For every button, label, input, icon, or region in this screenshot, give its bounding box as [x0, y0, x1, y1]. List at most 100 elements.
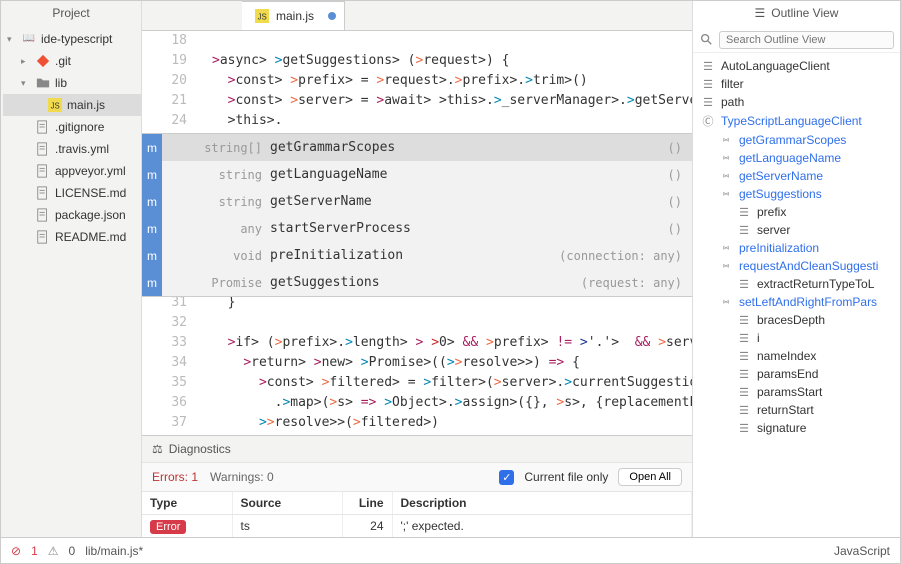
outline-item-label: server [757, 223, 790, 237]
tree-item-label: .gitignore [55, 118, 104, 136]
outline-item[interactable]: ⑅getServerName [693, 167, 900, 185]
fn-symbol-icon: ⑅ [719, 152, 733, 164]
tree-item[interactable]: LICENSE.md [3, 182, 141, 204]
outline-item-label: getLanguageName [739, 151, 841, 165]
completion-signature: () [668, 138, 682, 158]
error-badge: Error [150, 520, 186, 534]
var-symbol-icon: ☰ [701, 96, 715, 109]
warning-status-icon[interactable]: ⚠ [48, 544, 59, 558]
completion-item[interactable]: mvoidpreInitialization(connection: any) [142, 242, 692, 269]
method-marker-icon: m [142, 188, 162, 215]
status-errors[interactable]: 1 [31, 544, 38, 558]
outline-item[interactable]: ⑅getGrammarScopes [693, 131, 900, 149]
outline-item-label: TypeScriptLanguageClient [721, 114, 862, 128]
var-symbol-icon: ☰ [737, 404, 751, 417]
status-warnings[interactable]: 0 [69, 544, 76, 558]
svg-text:JS: JS [258, 13, 267, 22]
completion-item[interactable]: mstringgetLanguageName() [142, 161, 692, 188]
outline-item-label: path [721, 95, 744, 109]
var-symbol-icon: ☰ [701, 60, 715, 73]
tree-item-label: .git [55, 52, 71, 70]
method-marker-icon: m [142, 134, 162, 161]
outline-item[interactable]: ☰i [693, 329, 900, 347]
completion-type: string [170, 192, 270, 212]
file-icon [35, 186, 51, 200]
outline-item[interactable]: ⑅preInitialization [693, 239, 900, 257]
outline-item-label: returnStart [757, 403, 814, 417]
status-path[interactable]: lib/main.js* [85, 544, 143, 558]
outline-item-label: nameIndex [757, 349, 816, 363]
tree-item[interactable]: package.json [3, 204, 141, 226]
outline-item[interactable]: ☰ returnStart [693, 401, 900, 419]
var-symbol-icon: ☰ [737, 224, 751, 237]
completion-name: getServerName [270, 192, 470, 212]
status-lang[interactable]: JavaScript [834, 544, 890, 558]
outline-item[interactable]: ☰filter [693, 75, 900, 93]
col-type[interactable]: Type [142, 492, 232, 515]
chevron-icon: ▸ [21, 52, 31, 70]
tree-item[interactable]: .travis.yml [3, 138, 141, 160]
tree-item-label: main.js [67, 96, 105, 114]
outline-item[interactable]: ☰signature [693, 419, 900, 437]
tab-main-js[interactable]: JS main.js [242, 1, 345, 30]
tree-item[interactable]: .gitignore [3, 116, 141, 138]
outline-item[interactable]: ⑅requestAndCleanSuggesti [693, 257, 900, 275]
diagnostics-title: Diagnostics [169, 442, 231, 456]
file-icon [35, 164, 51, 178]
tree-item[interactable]: appveyor.yml [3, 160, 141, 182]
outline-item[interactable]: ☰ path [693, 93, 900, 111]
outline-item-label: paramsStart [757, 385, 822, 399]
class-symbol-icon: Ⓒ [701, 113, 715, 129]
outline-item[interactable]: ☰extractReturnTypeToL [693, 275, 900, 293]
tree-root[interactable]: ▾ 📖 ide-typescript [3, 28, 141, 50]
completion-item[interactable]: manystartServerProcess() [142, 215, 692, 242]
outline-item-label: getServerName [739, 169, 823, 183]
tree-item-label: README.md [55, 228, 126, 246]
outline-item[interactable]: ☰bracesDepth [693, 311, 900, 329]
tree-item[interactable]: JS main.js [3, 94, 141, 116]
outline-item[interactable]: ☰paramsEnd [693, 365, 900, 383]
col-description[interactable]: Description [392, 492, 692, 515]
outline-item-label: AutoLanguageClient [721, 59, 830, 73]
col-source[interactable]: Source [232, 492, 342, 515]
current-file-checkbox[interactable]: ✓ [499, 470, 514, 485]
tree-item[interactable]: ▸ .git [3, 50, 141, 72]
completion-signature: (request: any) [581, 273, 682, 293]
outline-item[interactable]: ⑅getSuggestions [693, 185, 900, 203]
tree-item[interactable]: README.md [3, 226, 141, 248]
dirty-indicator-icon [328, 12, 336, 20]
outline-item[interactable]: ⑅ getLanguageName [693, 149, 900, 167]
completion-name: getLanguageName [270, 165, 470, 185]
completion-name: startServerProcess [270, 219, 470, 239]
file-icon [35, 120, 51, 134]
diagnostic-row[interactable]: Errorts24';' expected. [142, 515, 692, 538]
outline-item[interactable]: ☰prefix [693, 203, 900, 221]
diag-source: ts [232, 515, 342, 538]
outline-item[interactable]: ☰ AutoLanguageClient [693, 57, 900, 75]
outline-item[interactable]: ⑅setLeftAndRightFromPars [693, 293, 900, 311]
svg-text:JS: JS [51, 102, 60, 111]
outline-item[interactable]: ☰paramsStart [693, 383, 900, 401]
col-line[interactable]: Line [342, 492, 392, 515]
tree-item-label: appveyor.yml [55, 162, 126, 180]
outline-item[interactable]: ☰nameIndex [693, 347, 900, 365]
completion-item[interactable]: mstringgetServerName() [142, 188, 692, 215]
outline-item-label: filter [721, 77, 744, 91]
completion-item[interactable]: mstring[]getGrammarScopes() [142, 134, 692, 161]
completion-item[interactable]: mPromisegetSuggestions(request: any) [142, 269, 692, 296]
diag-desc: ';' expected. [392, 515, 692, 538]
tree-item-label: .travis.yml [55, 140, 109, 158]
method-marker-icon: m [142, 215, 162, 242]
error-status-icon[interactable]: ⊘ [11, 544, 21, 558]
completion-type: string [170, 165, 270, 185]
open-all-button[interactable]: Open All [618, 468, 682, 486]
method-marker-icon: m [142, 242, 162, 269]
outline-item[interactable]: Ⓒ TypeScriptLanguageClient [693, 111, 900, 131]
outline-search-input[interactable] [719, 31, 894, 49]
completion-signature: () [668, 165, 682, 185]
code-editor[interactable]: 181920212431323334353637 >async> >getSug… [142, 31, 692, 435]
file-icon [35, 76, 51, 90]
var-symbol-icon: ☰ [737, 314, 751, 327]
outline-item[interactable]: ☰ server [693, 221, 900, 239]
tree-item[interactable]: ▾lib [3, 72, 141, 94]
